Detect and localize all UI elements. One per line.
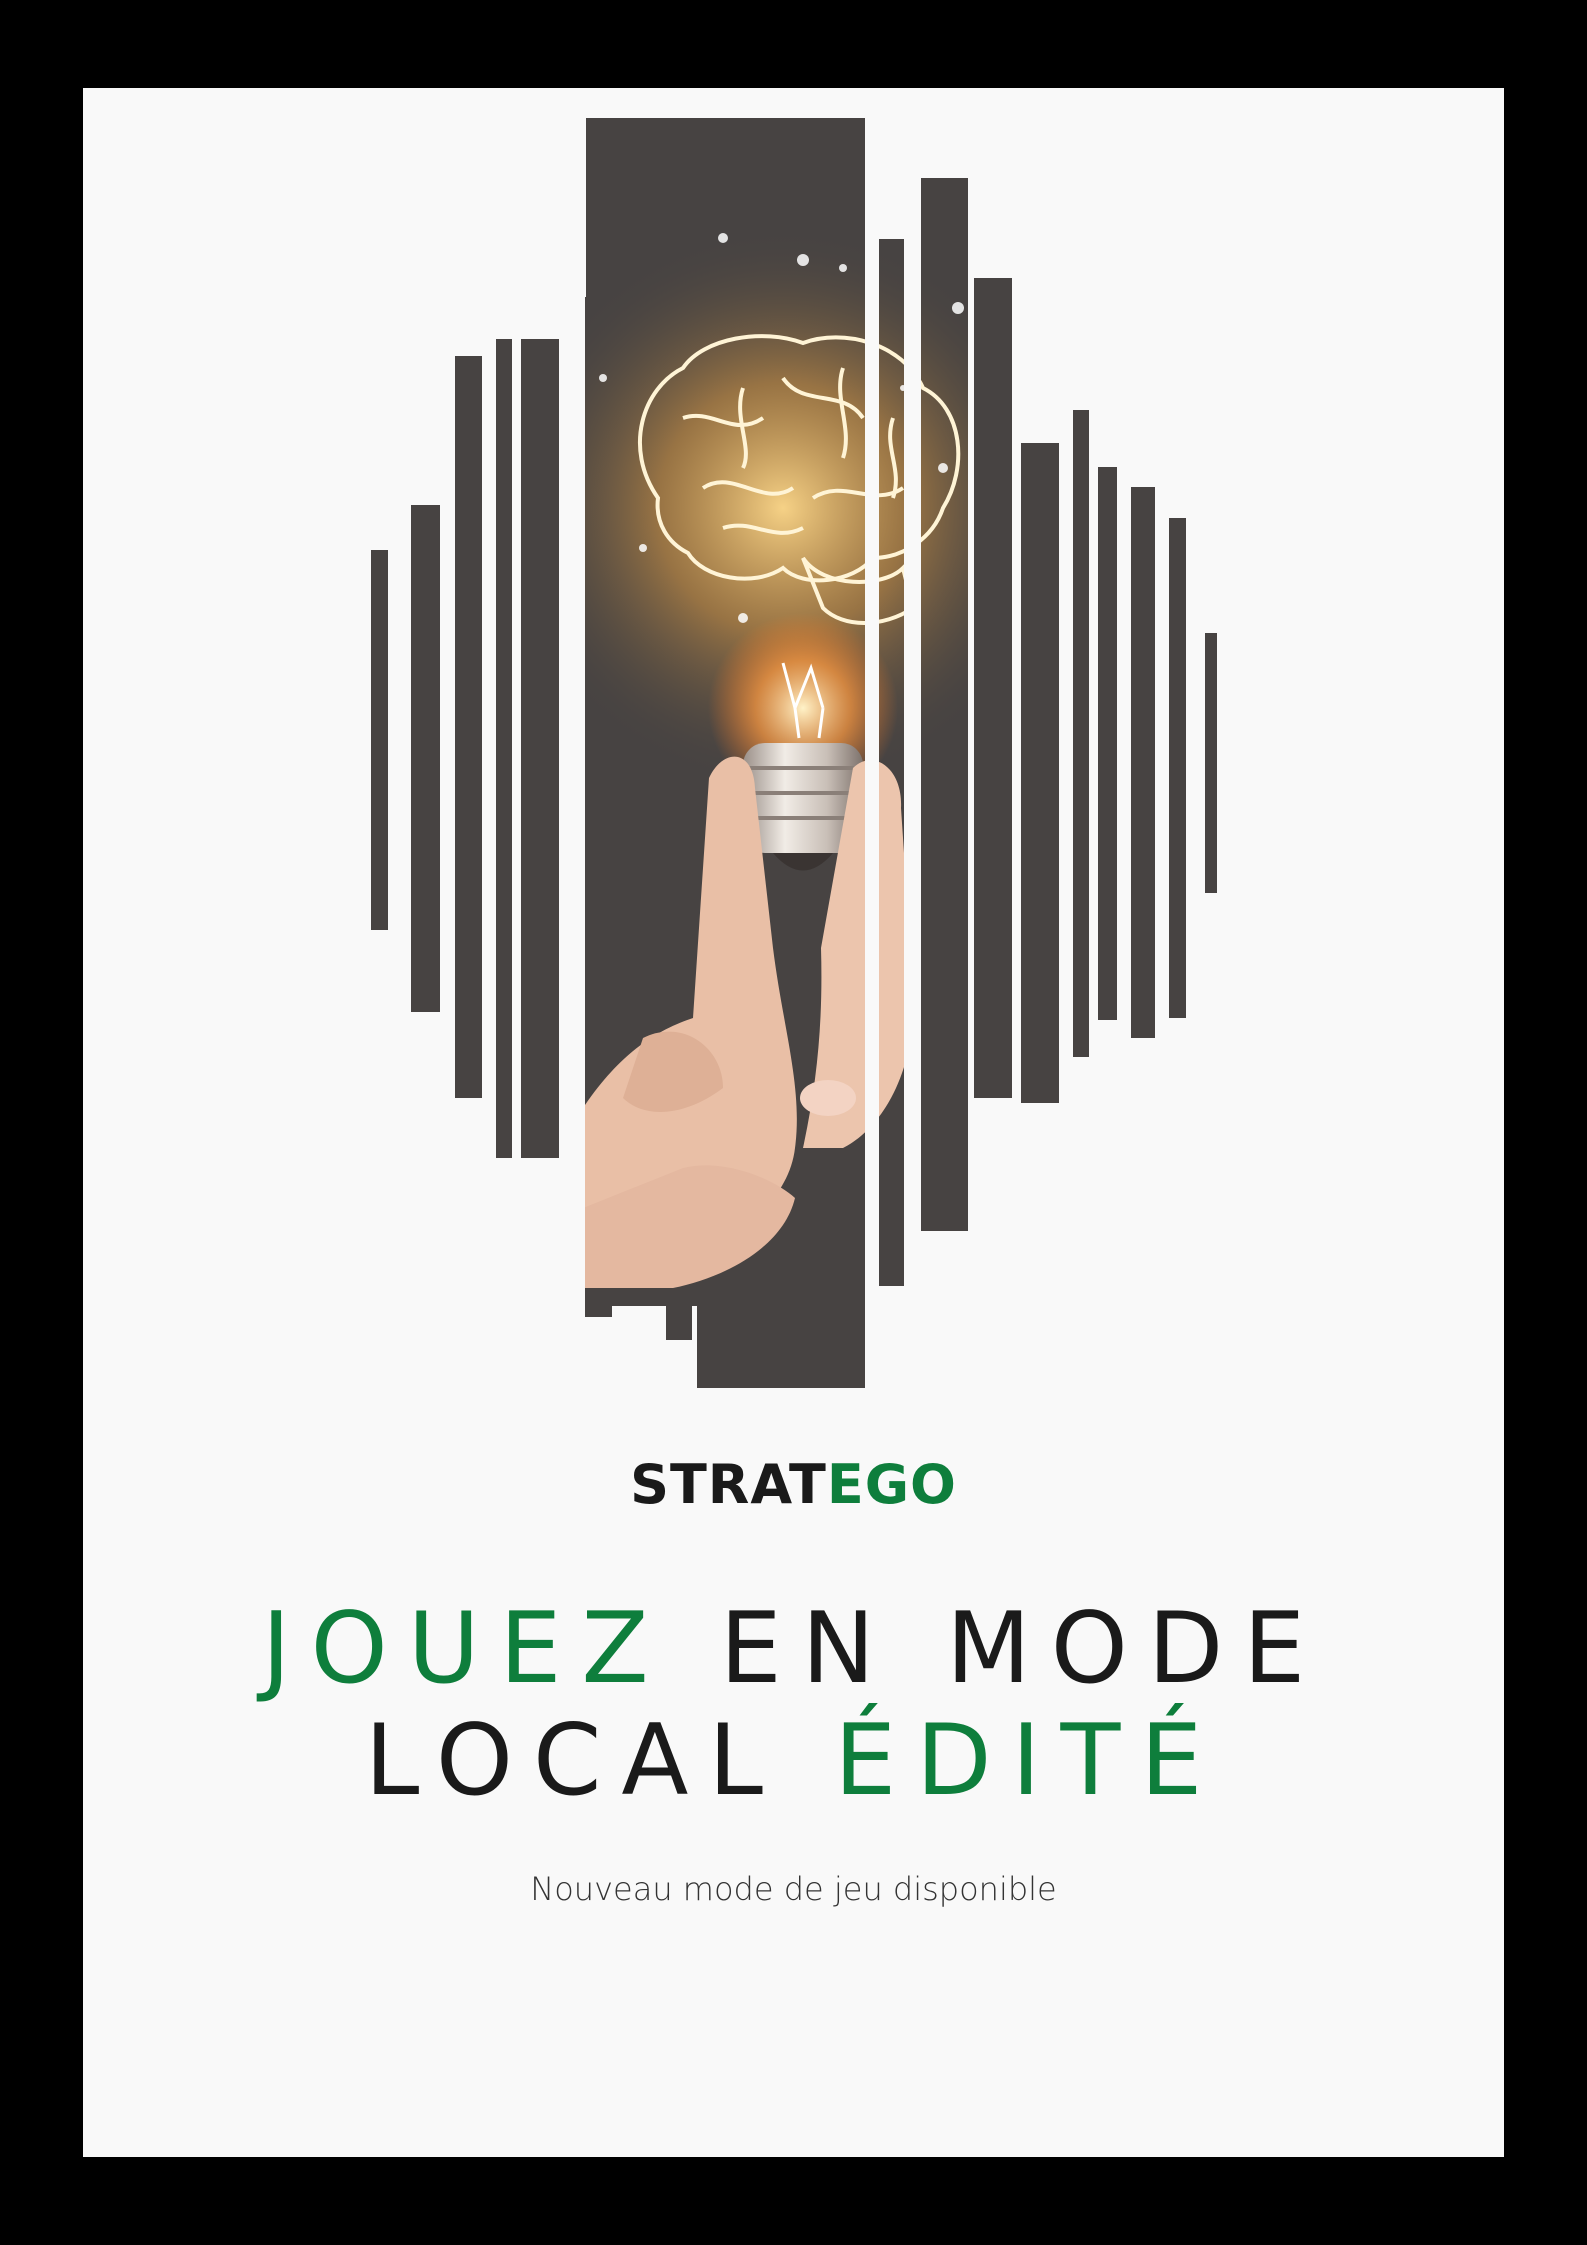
- headline-line-1: JOUEZ EN MODE: [83, 1593, 1504, 1705]
- headline-word-en-mode: EN MODE: [668, 1592, 1326, 1706]
- brand-part-green: EGO: [826, 1453, 957, 1516]
- headline: JOUEZ EN MODE LOCAL ÉDITÉ: [83, 1593, 1504, 1817]
- poster: STRATEGO JOUEZ EN MODE LOCAL ÉDITÉ Nouve…: [83, 88, 1504, 2157]
- headline-word-edite: ÉDITÉ: [834, 1704, 1223, 1818]
- subtitle: Nouveau mode de jeu disponible: [530, 1870, 1057, 1908]
- brand-logo: STRATEGO: [83, 1458, 1504, 1512]
- headline-word-jouez: JOUEZ: [261, 1592, 669, 1706]
- headline-line-2: LOCAL ÉDITÉ: [83, 1705, 1504, 1817]
- brand-part-dark: STRAT: [630, 1453, 827, 1516]
- striped-illustration: [371, 118, 1217, 1388]
- headline-word-local: LOCAL: [364, 1704, 835, 1818]
